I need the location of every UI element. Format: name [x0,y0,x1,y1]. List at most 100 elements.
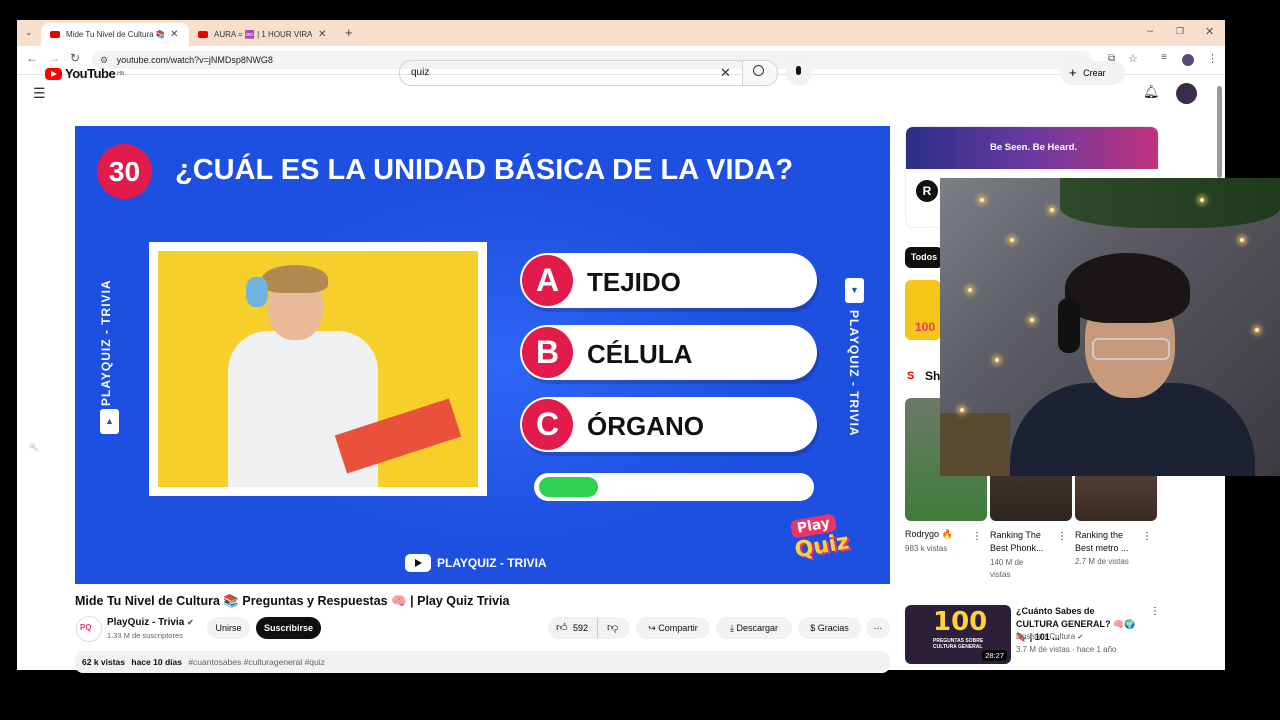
glove-hand [246,277,268,307]
youtube-play-icon [45,67,62,80]
close-tab-icon[interactable]: ✕ [170,29,178,40]
youtube-logo[interactable]: YouTube HN [45,66,124,81]
create-button[interactable]: + Crear [1060,61,1125,85]
share-label: Compartir [658,623,698,633]
page-scrollbar[interactable] [1217,86,1222,178]
browser-menu-icon[interactable]: ⋮ [1207,52,1218,65]
short-more-icon[interactable]: ⋮ [1057,531,1067,542]
answer-option-c: C ÓRGANO [520,397,817,452]
channel-name[interactable]: PlayQuiz - Trivia ✔ [107,617,194,628]
search-icon [753,65,764,76]
recommended-channel-text: Dosis de Cultura [1016,632,1076,641]
tab-search-icon[interactable]: ⌄ [25,27,33,38]
play-arrow-icon: ▲ [100,409,119,434]
furniture [940,413,1010,476]
thanks-label: Gracias [817,623,849,633]
search-input[interactable]: quiz ✕ [399,60,743,86]
reload-icon[interactable]: ↻ [70,51,80,65]
short-views: 983 k vistas [905,544,948,553]
short-more-icon[interactable]: ⋮ [972,531,982,542]
recommended-thumbnail[interactable]: 100 PREGUNTAS SOBRE CULTURA GENERAL 28:2… [905,605,1011,664]
description-box[interactable]: 62 k vistas hace 10 días #cuantosabes #c… [75,651,890,673]
back-icon[interactable]: ← [26,51,38,65]
chip-all[interactable]: Todos [905,247,943,268]
like-icon[interactable]: 👍︎ [556,621,568,634]
short-more-icon[interactable]: ⋮ [1142,531,1152,542]
channel-watermark: PLAYQUIZ - TRIVIA [405,554,547,572]
close-window-icon[interactable]: ✕ [1205,25,1214,38]
channel-name-text: PlayQuiz - Trivia [107,617,185,628]
search-button[interactable] [742,60,778,86]
share-button[interactable]: ↪ Compartir [636,617,710,639]
answer-option-a: A TEJIDO [520,253,817,308]
channel-mark-text: PLAYQUIZ - TRIVIA [437,556,547,570]
short-views: 140 M de vistas [990,558,1024,579]
thumbnail-number: 100 [915,320,936,334]
ad-image: Be Seen. Be Heard. [906,127,1158,169]
region-code: HN [117,70,125,77]
thumbnail-caption: PREGUNTAS SOBRE CULTURA GENERAL [933,638,984,650]
tab-strip: ⌄ Mide Tu Nivel de Cultura 📚 🔊 ✕ AURA = … [17,20,1225,46]
channel-avatar[interactable]: PQ [76,616,102,642]
notifications-bell-icon[interactable]: 🔔︎ [1143,84,1160,100]
ad-text: Be Seen. Be Heard. [990,142,1078,153]
thanks-button[interactable]: $ Gracias [798,617,861,639]
like-count[interactable]: 592 [573,623,588,633]
hamburger-menu-icon[interactable]: ☰ [33,85,46,102]
logo-text: YouTube [65,66,116,81]
short-title[interactable]: Ranking the Best metro ... [1075,529,1137,555]
minimize-icon[interactable]: – [1147,25,1153,37]
download-button[interactable]: ⤓ Descargar [716,617,792,639]
like-divider [597,618,598,638]
shorts-heading: Sh [925,369,941,383]
youtube-mark-icon [405,554,431,572]
new-tab-icon[interactable]: + [345,25,353,40]
short-title[interactable]: Ranking The Best Phonk... [990,529,1060,555]
dislike-icon[interactable]: 👎︎ [607,621,618,634]
webcam-overlay [940,178,1280,476]
option-text: CÉLULA [587,339,693,369]
upload-date: hace 10 días [131,657,182,667]
create-label: Crear [1083,68,1106,78]
site-info-icon[interactable]: ⚙ [100,55,108,65]
plus-icon: + [1069,65,1077,80]
download-label: Descargar [736,623,778,633]
scientist-photo [158,251,478,487]
tab-inactive[interactable]: AURA = ♾️ | 1 HOUR VIRA 🔊 ✕ [189,23,337,46]
recommended-channel[interactable]: Dosis de Cultura ✔ [1016,632,1083,641]
share-icon: ↪ [648,623,656,633]
video-thumbnail[interactable]: 100 [905,280,941,340]
ad-advertiser-logo: R [916,180,938,202]
voice-search-button[interactable] [786,60,812,86]
close-tab-icon[interactable]: ✕ [318,29,326,40]
glasses [1092,338,1170,360]
option-letter: C [522,399,573,450]
join-button[interactable]: Unirse [207,617,250,639]
more-actions-icon[interactable]: ⋯ [866,617,890,639]
answer-option-b: B CÉLULA [520,325,817,380]
playquiz-logo: Play Quiz [789,512,851,563]
bookmark-star-icon[interactable]: ☆ [1128,52,1138,65]
mouse-cursor-icon: ↖ [29,440,40,454]
short-title[interactable]: Rodrygo 🔥 [905,529,965,540]
restore-icon[interactable]: ❐ [1176,26,1184,37]
clear-search-icon[interactable]: ✕ [720,61,731,85]
question-image [149,242,487,496]
verified-icon: ✔ [187,618,194,627]
video-player[interactable]: 30 ¿CUÁL ES LA UNIDAD BÁSICA DE LA VIDA?… [75,126,890,584]
option-text: ÓRGANO [587,411,704,441]
tab-active[interactable]: Mide Tu Nivel de Cultura 📚 🔊 ✕ [41,23,189,46]
subscribe-button[interactable]: Suscribirse [256,617,321,639]
side-label-left: PLAYQUIZ - TRIVIA [99,279,113,406]
option-letter: A [522,255,573,306]
profile-avatar[interactable] [1182,54,1194,66]
media-control-icon[interactable]: ≡ [1161,52,1167,63]
thanks-icon: $ [810,623,816,633]
forward-icon[interactable]: → [48,51,60,65]
recommended-more-icon[interactable]: ⋮ [1150,606,1160,617]
video-title: Mide Tu Nivel de Cultura 📚 Preguntas y R… [75,594,510,608]
tab-title: AURA = ♾️ | 1 HOUR VIRA 🔊 [214,30,312,39]
hair [262,265,328,293]
verified-icon: ✔ [1077,634,1084,641]
account-avatar[interactable] [1176,83,1197,104]
